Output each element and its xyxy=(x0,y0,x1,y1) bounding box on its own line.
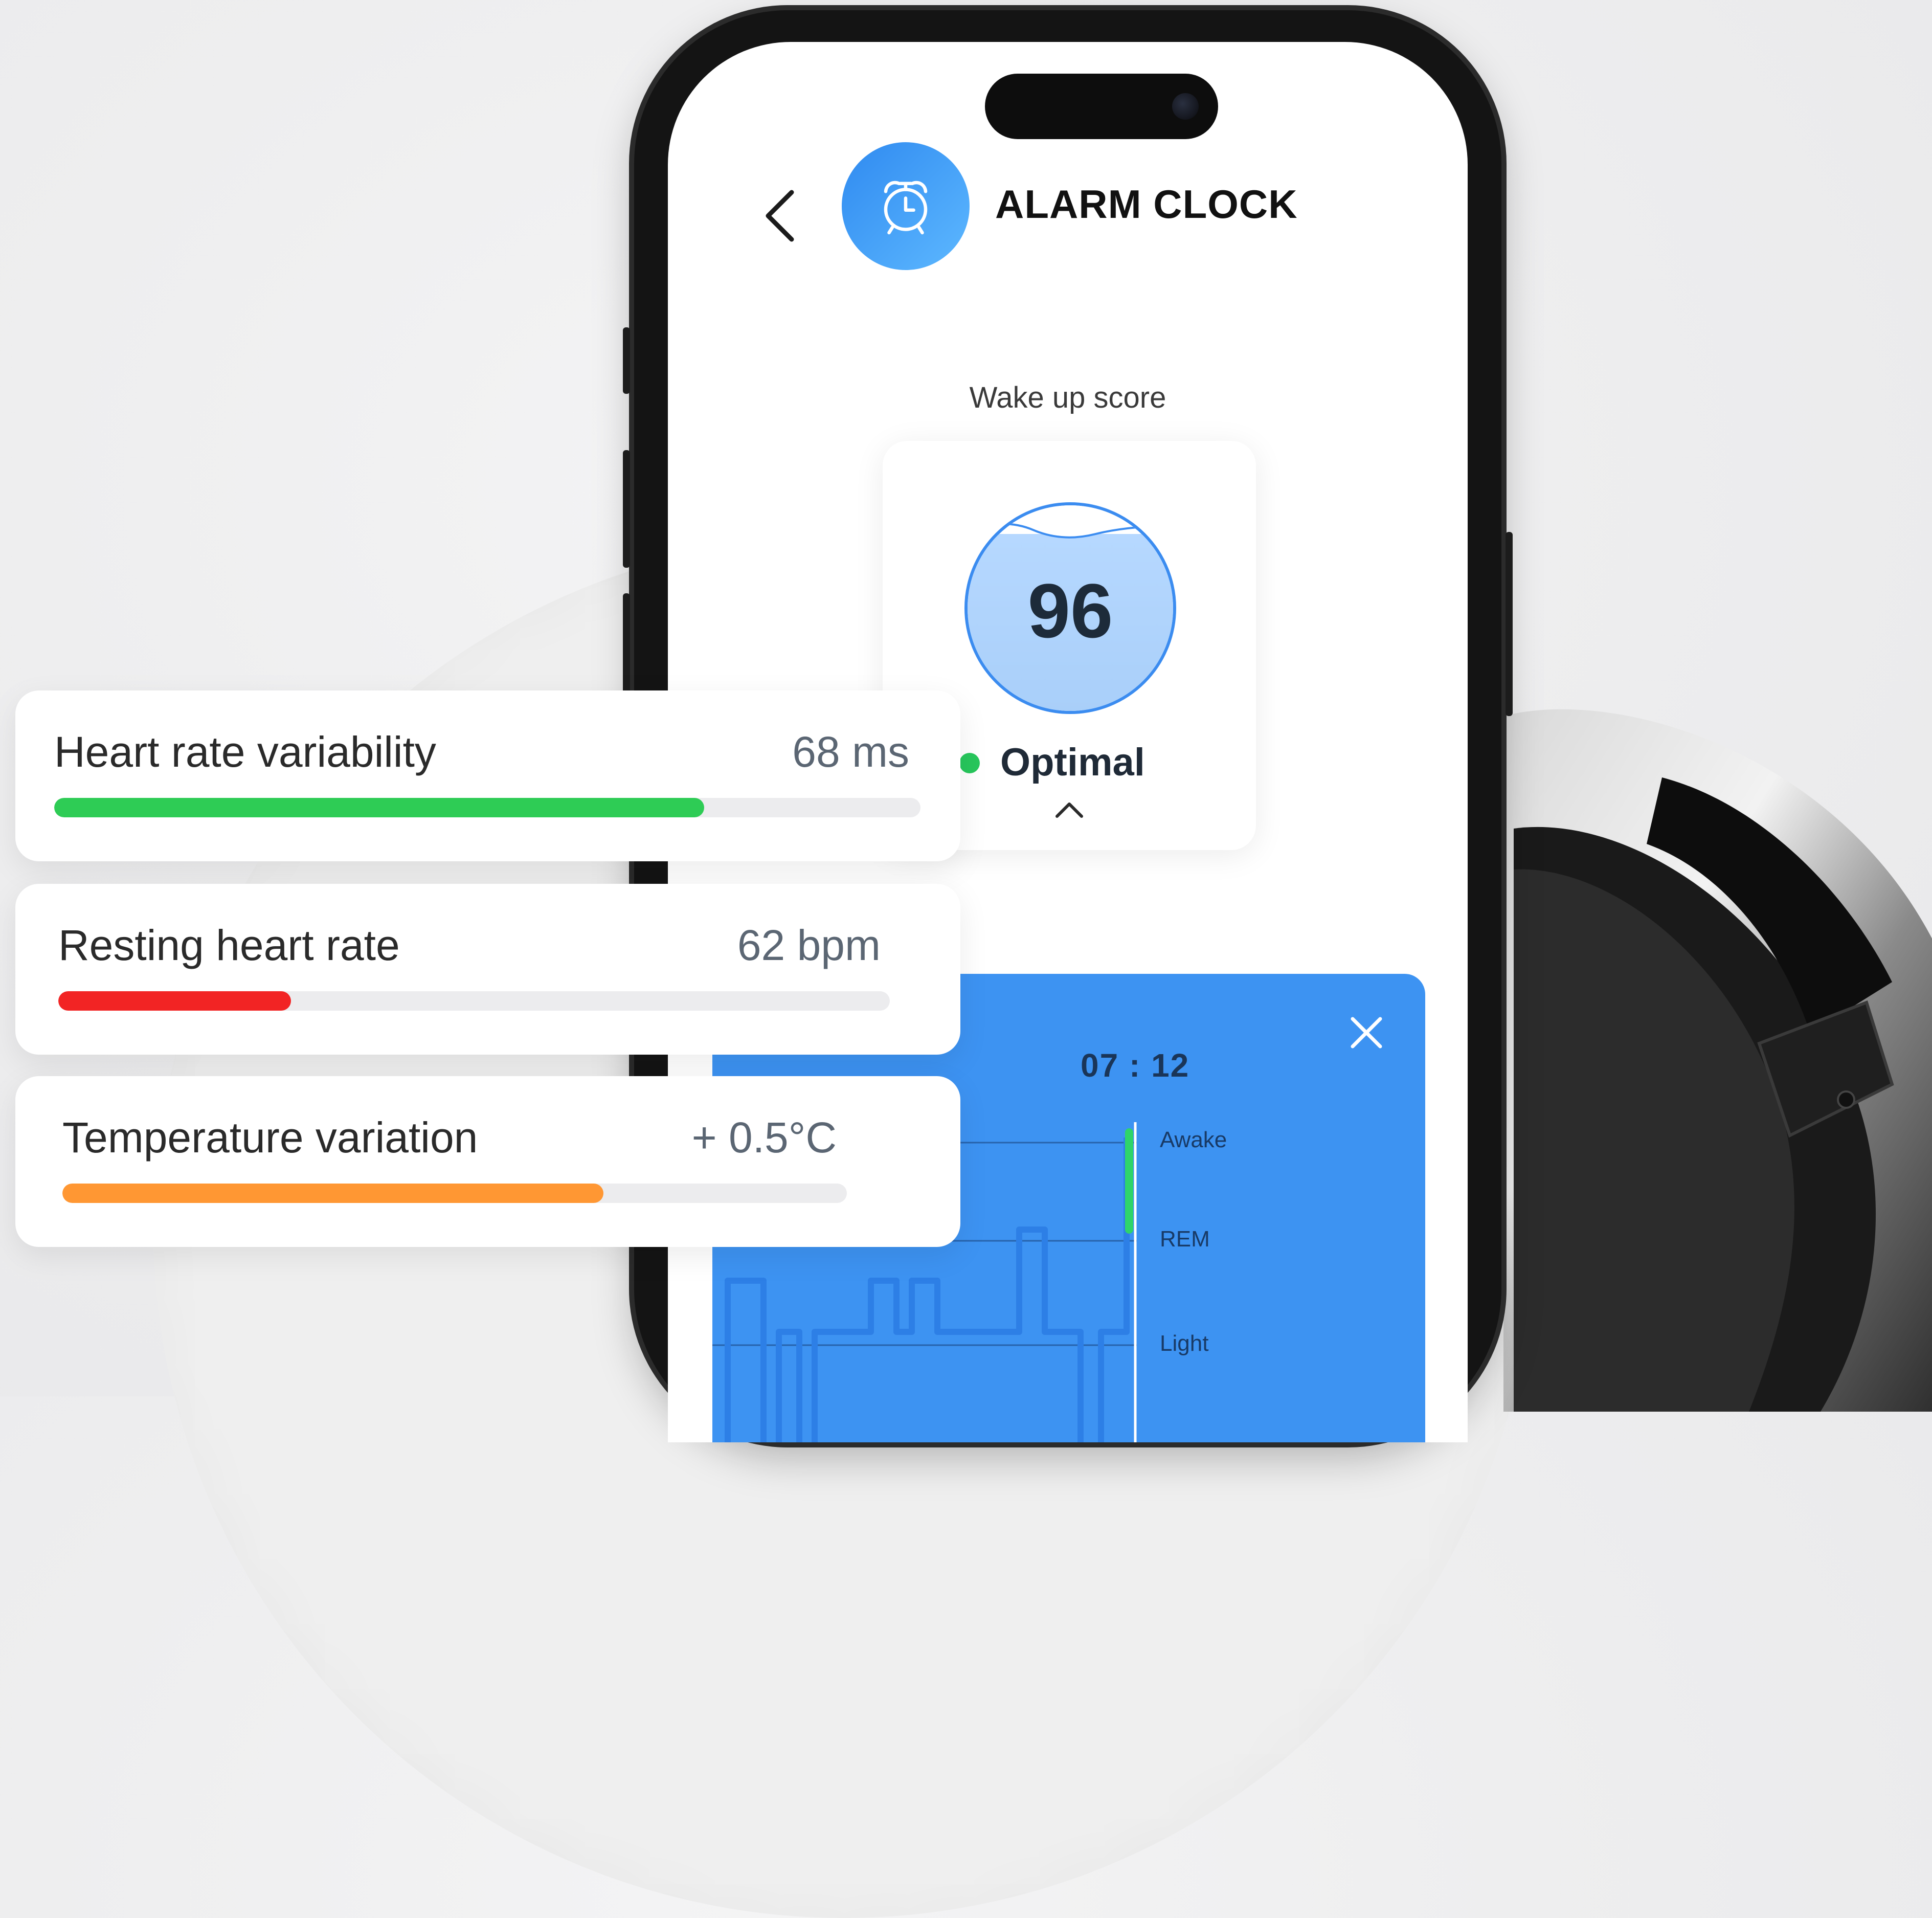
metric-track xyxy=(58,991,890,1011)
metric-value: 68 ms xyxy=(792,728,909,776)
metric-name: Temperature variation xyxy=(62,1113,478,1162)
score-label: Wake up score xyxy=(969,381,1166,414)
status-dot-icon xyxy=(959,753,980,773)
stage-label: REM xyxy=(1160,1226,1210,1252)
stage-label: Light xyxy=(1160,1331,1209,1356)
dynamic-island xyxy=(985,74,1218,139)
metric-name: Heart rate variability xyxy=(54,728,436,776)
phone-side-button xyxy=(623,327,630,394)
metric-track xyxy=(54,798,920,817)
metric-value: 62 bpm xyxy=(737,921,881,969)
status-text: Optimal xyxy=(1000,741,1145,784)
stage-label: Awake xyxy=(1160,1127,1227,1152)
alarm-clock-icon xyxy=(884,181,928,235)
score-gauge: 96 xyxy=(964,502,1176,714)
metric-value: + 0.5°C xyxy=(691,1113,837,1162)
screen-title: ALARM CLOCK xyxy=(995,182,1298,227)
chevron-left-icon[interactable] xyxy=(760,185,801,247)
phone-side-button xyxy=(1506,532,1513,716)
score-value: 96 xyxy=(1027,568,1113,654)
metric-fill xyxy=(62,1184,604,1203)
metric-fill xyxy=(58,991,291,1011)
metric-card-hrv: Heart rate variability 68 ms xyxy=(15,690,960,861)
chevron-up-icon[interactable] xyxy=(1054,799,1085,819)
alarm-badge xyxy=(842,142,970,270)
metric-track xyxy=(62,1184,847,1203)
camera-icon xyxy=(1172,93,1199,120)
metric-fill xyxy=(54,798,704,817)
metric-card-resting-hr: Resting heart rate 62 bpm xyxy=(15,884,960,1055)
smart-ring-image xyxy=(1503,709,1932,1412)
phone-side-button xyxy=(623,450,630,568)
metric-name: Resting heart rate xyxy=(58,921,400,969)
metric-card-temperature: Temperature variation + 0.5°C xyxy=(15,1076,960,1247)
